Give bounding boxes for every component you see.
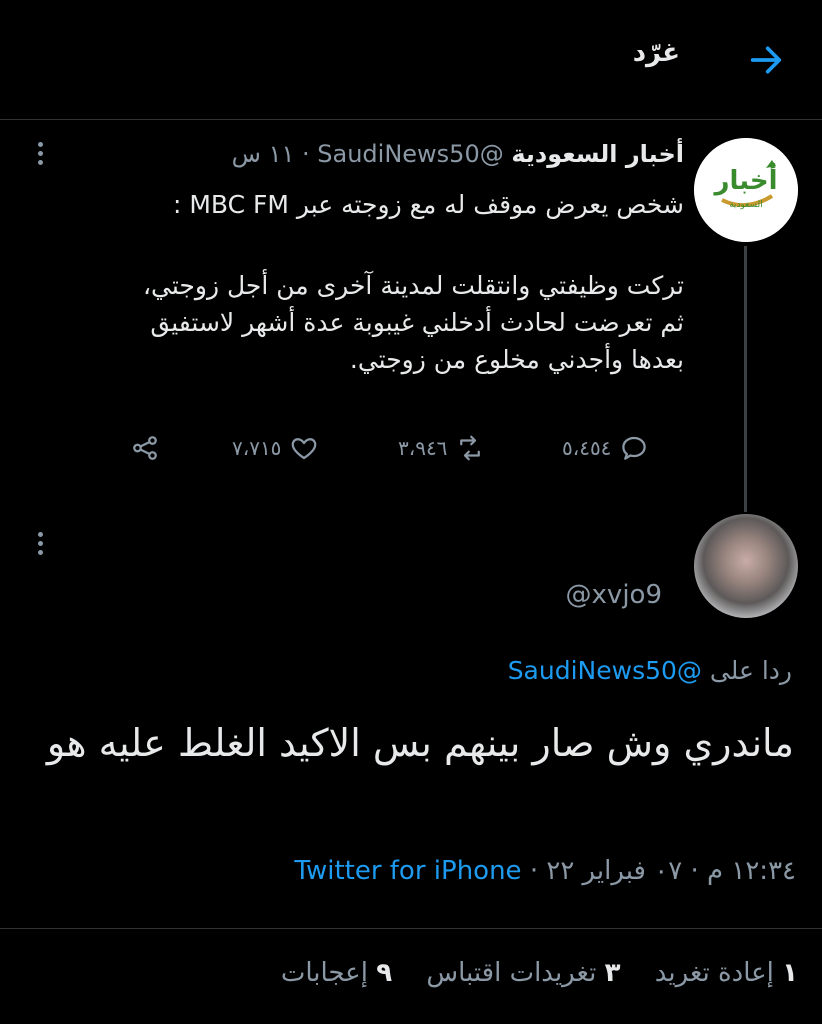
likes-stat-count: ٩ xyxy=(376,958,393,988)
replying-to-link[interactable]: @SaudiNews50 xyxy=(508,656,702,685)
tweet-line: بعدها وأجدني مخلوع من زوجتي. xyxy=(349,345,684,374)
separator: · xyxy=(301,140,310,168)
likes-stat-label: إعجابات xyxy=(280,958,368,988)
retweets-stat-label: إعادة تغريد xyxy=(654,958,774,988)
top-bar: غرّد xyxy=(0,0,822,120)
like-count: ٧،٧١٥ xyxy=(232,436,282,460)
quotes-stat-label: تغريدات اقتباس xyxy=(426,958,597,988)
avatar-xvjo9[interactable] xyxy=(694,514,798,618)
share-icon xyxy=(133,436,157,460)
share-button[interactable] xyxy=(130,428,160,468)
tweet-line: ثم تعرضت لحادث أدخلني غيبوبة عدة أشهر لا… xyxy=(150,308,684,337)
display-name[interactable]: أخبار السعودية xyxy=(511,140,684,168)
reply-icon xyxy=(622,436,647,460)
separator: · xyxy=(690,856,699,886)
replying-prefix: ردا على xyxy=(709,656,792,685)
tweet-line: شخص يعرض موقف له مع زوجته عبر MBC FM : xyxy=(172,190,684,219)
tweet-date: ٠٧ فبراير ٢٢ xyxy=(546,856,683,886)
tweet-time[interactable]: ١١ س xyxy=(232,140,295,168)
like-button[interactable]: ٧،٧١٥ xyxy=(232,428,319,468)
separator: · xyxy=(529,856,539,886)
retweets-stat[interactable]: ١ إعادة تغريد xyxy=(655,958,798,988)
thread-connector xyxy=(744,246,747,512)
parent-tweet-text: شخص يعرض موقف له مع زوجته عبر MBC FM : ت… xyxy=(44,186,684,378)
likes-stat[interactable]: ٩ إعجابات xyxy=(281,958,392,988)
stats-divider xyxy=(0,928,822,929)
username[interactable]: @SaudiNews50 xyxy=(317,140,503,168)
retweet-icon xyxy=(460,435,481,461)
tweet-stats: ١ إعادة تغريد ٣ تغريدات اقتباس ٩ إعجابات xyxy=(255,958,798,988)
retweets-stat-count: ١ xyxy=(782,958,798,988)
reply-count: ٥،٤٥٤ xyxy=(562,436,612,460)
parent-tweet-header: أخبار السعودية @SaudiNews50 · ١١ س xyxy=(232,140,684,168)
back-arrow-icon[interactable] xyxy=(746,40,786,80)
tweet-actions: ٧،٧١٥ ٣،٩٤٦ ٥،٤٥٤ xyxy=(130,428,670,468)
tweet-metadata: ١٢:٣٤ م · ٠٧ فبراير ٢٢ · Twitter for iPh… xyxy=(294,856,796,886)
quotes-stat[interactable]: ٣ تغريدات اقتباس xyxy=(426,958,620,988)
avatar-logo-subtext: السعودية xyxy=(729,200,763,210)
tweet-line: تركت وظيفتي وانتقلت لمدينة آخرى من أجل ز… xyxy=(142,271,684,300)
reply-username[interactable]: @xvjo9 xyxy=(566,580,662,610)
tweet-time: ١٢:٣٤ م xyxy=(707,856,796,886)
page-title: غرّد xyxy=(632,38,680,68)
reply-tweet-text: ماندري وش صار بينهم بس الاكيد الغلط عليه… xyxy=(46,721,794,765)
header-divider xyxy=(0,119,822,120)
retweet-button[interactable]: ٣،٩٤٦ xyxy=(398,428,485,468)
retweet-count: ٣،٩٤٦ xyxy=(398,436,448,460)
more-options-icon[interactable] xyxy=(34,142,46,172)
avatar-saudinews[interactable]: أخبار السعودية xyxy=(694,138,798,242)
reply-button[interactable]: ٥،٤٥٤ xyxy=(562,428,649,468)
avatar-logo-text: أخبار xyxy=(714,166,778,196)
heart-icon xyxy=(292,438,317,460)
more-options-icon[interactable] xyxy=(34,532,46,562)
tweet-source-link[interactable]: Twitter for iPhone xyxy=(294,856,521,886)
quotes-stat-count: ٣ xyxy=(604,958,621,988)
replying-to: ردا على @SaudiNews50 xyxy=(508,656,792,685)
